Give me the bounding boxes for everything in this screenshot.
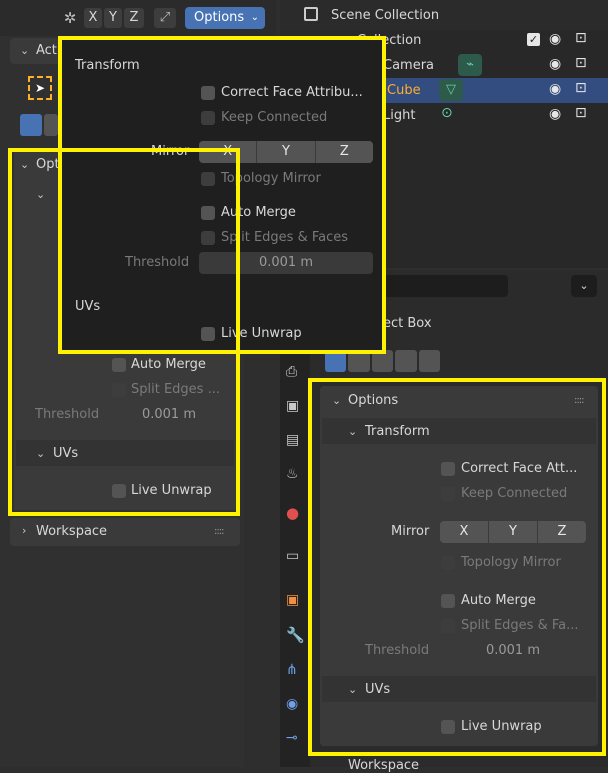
render-tab-icon[interactable]: ⎙ — [286, 364, 297, 380]
checkbox-checked-icon[interactable]: ✓ — [527, 33, 540, 46]
options-dropdown[interactable]: Options ⌄ — [185, 7, 265, 29]
mode-intersect-icon[interactable] — [418, 350, 441, 372]
axis-z-button[interactable]: Z — [124, 8, 144, 28]
highlight-box-left-panel — [8, 148, 240, 516]
particles-tab-icon[interactable]: ⋔ — [286, 662, 298, 678]
scene-tab-icon[interactable]: ♨ — [286, 466, 299, 482]
outliner-row-light[interactable]: Light — [383, 108, 415, 123]
collection-icon — [304, 7, 318, 21]
active-tool-title[interactable]: Acti — [36, 43, 61, 58]
light-data-icon[interactable]: ⊙ — [441, 105, 453, 121]
drag-handle-icon[interactable]: :::: — [214, 526, 225, 537]
chevron-down-icon[interactable]: ⌄ — [571, 275, 597, 297]
world-tab-icon[interactable]: ● — [286, 504, 299, 522]
mode-invert-icon[interactable] — [395, 350, 417, 372]
mode-new-icon[interactable] — [20, 114, 42, 136]
outliner-header — [280, 0, 608, 30]
eye-icon[interactable]: ◉ — [549, 31, 561, 47]
view-layer-tab-icon[interactable]: ▤ — [286, 432, 299, 448]
active-tool-name: ect Box — [383, 316, 432, 331]
snap-icon[interactable]: ✲ — [60, 8, 80, 28]
workspace-panel-title[interactable]: Workspace — [348, 758, 419, 773]
chevron-down-icon[interactable]: ⌄ — [20, 44, 29, 57]
collection-tab-icon[interactable]: ▭ — [286, 548, 299, 564]
outliner-row-cube[interactable]: Cube — [387, 83, 421, 98]
chevron-down-icon: ⌄ — [250, 12, 259, 23]
proportional-edit-icon[interactable]: ⤢ — [154, 8, 176, 28]
highlight-box-right-panel — [308, 378, 606, 756]
options-label: Options — [194, 10, 245, 25]
camera-render-icon[interactable]: ⊡ — [575, 105, 587, 121]
eye-icon[interactable]: ◉ — [549, 81, 561, 97]
physics-tab-icon[interactable]: ◉ — [286, 696, 298, 712]
axis-y-button[interactable]: Y — [104, 8, 122, 28]
constraints-tab-icon[interactable]: ⊸ — [286, 730, 298, 746]
camera-data-icon[interactable]: ⌁ — [458, 54, 482, 76]
object-tab-icon[interactable]: ▣ — [286, 592, 299, 608]
left-workspace-title[interactable]: Workspace — [36, 524, 107, 539]
mode-extend-icon[interactable] — [44, 114, 58, 136]
camera-render-icon[interactable]: ⊡ — [575, 30, 587, 46]
axis-x-button[interactable]: X — [84, 8, 102, 28]
mesh-data-icon[interactable]: ▽ — [439, 79, 463, 101]
eye-icon[interactable]: ◉ — [549, 106, 561, 122]
chevron-right-icon[interactable]: › — [22, 524, 26, 537]
output-tab-icon[interactable]: ▣ — [286, 398, 299, 414]
outliner-title: Scene Collection — [331, 8, 440, 23]
modifier-tab-icon[interactable]: 🔧 — [286, 626, 305, 644]
cursor-tool-icon[interactable]: ➤ — [28, 76, 52, 100]
camera-render-icon[interactable]: ⊡ — [575, 55, 587, 71]
outliner-row-camera[interactable]: Camera — [383, 58, 434, 73]
camera-render-icon[interactable]: ⊡ — [575, 80, 587, 96]
eye-icon[interactable]: ◉ — [549, 56, 561, 72]
